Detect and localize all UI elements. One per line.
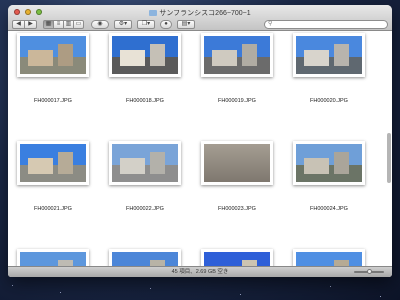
photo-image bbox=[20, 252, 86, 266]
label-badge-icon[interactable]: ● bbox=[160, 19, 172, 29]
photo-thumbnail[interactable] bbox=[109, 141, 181, 185]
file-item[interactable]: FH000021.JPG bbox=[13, 141, 93, 212]
photo-thumbnail[interactable] bbox=[109, 249, 181, 266]
path-button-icon[interactable]: ▤▾ bbox=[177, 19, 195, 29]
file-item[interactable] bbox=[105, 249, 185, 266]
title-bar: サンフランシスコ266−700−1 ◀ ▶ ▦ ≡ ▥ ▭ ◉ ⚙▾ ❒▾ ● … bbox=[8, 5, 392, 31]
photo-image bbox=[112, 36, 178, 74]
photo-thumbnail[interactable] bbox=[201, 141, 273, 185]
photo-thumbnail[interactable] bbox=[201, 249, 273, 266]
file-name-label: FH000022.JPG bbox=[126, 206, 164, 212]
icon-size-slider-knob[interactable] bbox=[367, 269, 372, 274]
photo-thumbnail[interactable] bbox=[293, 141, 365, 185]
folder-icon bbox=[149, 10, 158, 16]
file-name-label: FH000019.JPG bbox=[218, 98, 256, 104]
photo-thumbnail[interactable] bbox=[293, 33, 365, 77]
file-item[interactable] bbox=[289, 249, 369, 266]
coverflow-view-button[interactable]: ▭ bbox=[73, 19, 84, 29]
photo-thumbnail[interactable] bbox=[109, 33, 181, 77]
file-item[interactable] bbox=[13, 249, 93, 266]
photo-image bbox=[296, 36, 362, 74]
action-gear-icon[interactable]: ⚙▾ bbox=[114, 19, 132, 29]
status-text: 45 項目、2.69 GB 空き bbox=[171, 269, 229, 275]
share-dropbox-icon[interactable]: ❒▾ bbox=[137, 19, 155, 29]
file-name-label: FH000020.JPG bbox=[310, 98, 348, 104]
quicklook-eye-icon[interactable]: ◉ bbox=[91, 19, 109, 29]
file-item[interactable]: FH000017.JPG bbox=[13, 33, 93, 104]
forward-arrow-icon[interactable]: ▶ bbox=[24, 19, 37, 29]
file-name-label: FH000023.JPG bbox=[218, 206, 256, 212]
status-bar: 45 項目、2.69 GB 空き bbox=[8, 266, 392, 277]
file-name-label: FH000017.JPG bbox=[34, 98, 72, 104]
window-title: サンフランシスコ266−700−1 bbox=[8, 8, 392, 18]
photo-image bbox=[204, 252, 270, 266]
file-item[interactable] bbox=[197, 249, 277, 266]
file-name-label: FH000018.JPG bbox=[126, 98, 164, 104]
file-item[interactable]: FH000023.JPG bbox=[197, 141, 277, 212]
photo-image bbox=[20, 144, 86, 182]
photo-image bbox=[112, 252, 178, 266]
photo-image bbox=[204, 144, 270, 182]
photo-thumbnail[interactable] bbox=[17, 33, 89, 77]
file-item[interactable]: FH000020.JPG bbox=[289, 33, 369, 104]
photo-image bbox=[20, 36, 86, 74]
file-name-label: FH000024.JPG bbox=[310, 206, 348, 212]
photo-image bbox=[112, 144, 178, 182]
photo-thumbnail[interactable] bbox=[17, 141, 89, 185]
photo-image bbox=[204, 36, 270, 74]
file-name-label: FH000021.JPG bbox=[34, 206, 72, 212]
photo-thumbnail[interactable] bbox=[293, 249, 365, 266]
search-input[interactable]: ⚲ bbox=[264, 19, 388, 29]
photo-image bbox=[296, 252, 362, 266]
icon-grid: FH000017.JPG FH000018.JPG FH000019.JPG FH00… bbox=[8, 31, 392, 266]
toolbar: ◀ ▶ ▦ ≡ ▥ ▭ ◉ ⚙▾ ❒▾ ● ▤▾ ⚲ bbox=[12, 19, 388, 29]
photo-thumbnail[interactable] bbox=[17, 249, 89, 266]
search-icon: ⚲ bbox=[268, 20, 273, 27]
finder-window: サンフランシスコ266−700−1 ◀ ▶ ▦ ≡ ▥ ▭ ◉ ⚙▾ ❒▾ ● … bbox=[8, 5, 392, 277]
scrollbar-thumb[interactable] bbox=[387, 133, 391, 183]
file-item[interactable]: FH000024.JPG bbox=[289, 141, 369, 212]
file-item[interactable]: FH000022.JPG bbox=[105, 141, 185, 212]
file-item[interactable]: FH000019.JPG bbox=[197, 33, 277, 104]
photo-image bbox=[296, 144, 362, 182]
file-item[interactable]: FH000018.JPG bbox=[105, 33, 185, 104]
photo-thumbnail[interactable] bbox=[201, 33, 273, 77]
